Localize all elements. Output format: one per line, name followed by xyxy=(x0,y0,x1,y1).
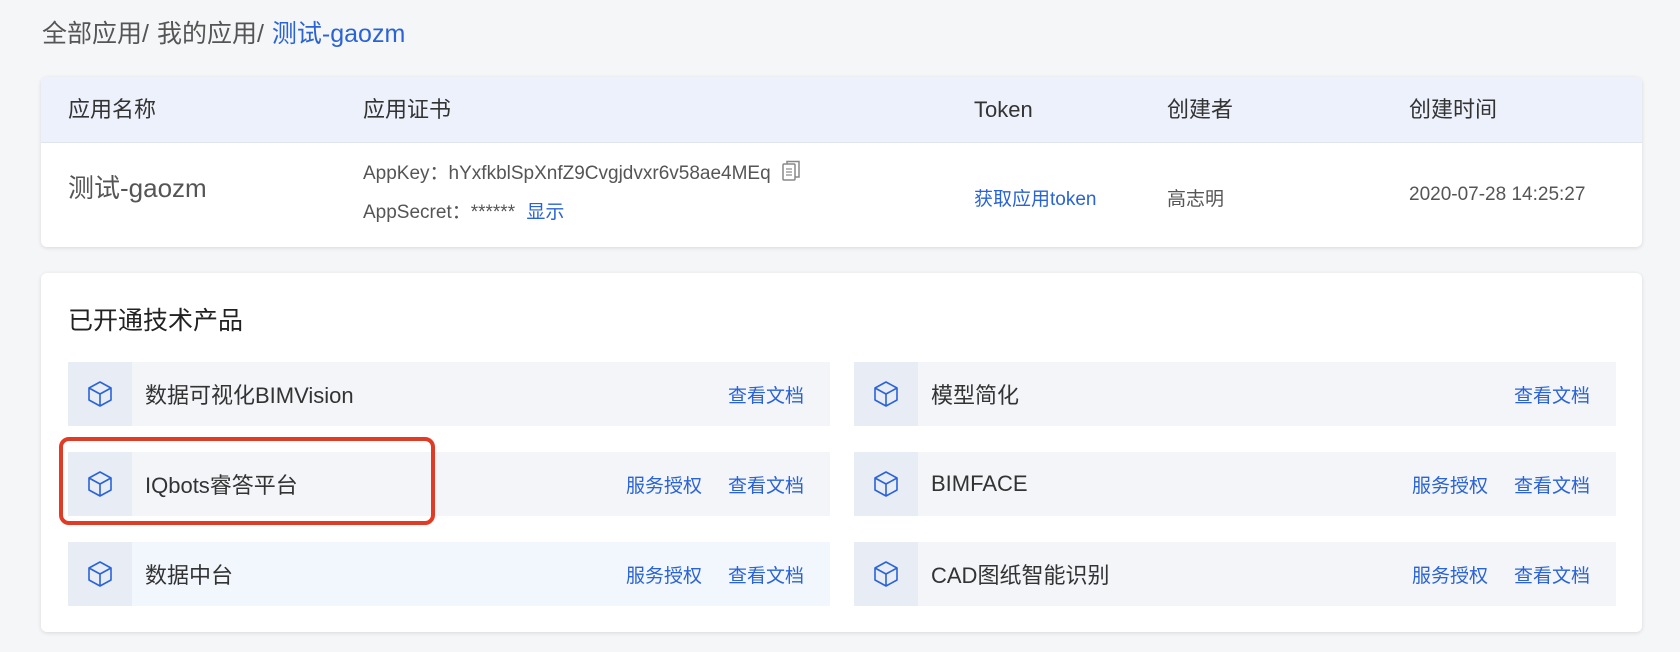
product-item: BIMFACE 服务授权 查看文档 xyxy=(854,452,1616,516)
appkey-text: AppKey：hYxfkblSpXnfZ9Cvgjdvxr6v58ae4MEq xyxy=(363,163,771,184)
get-token-link[interactable]: 获取应用token xyxy=(974,184,1096,211)
copy-icon[interactable] xyxy=(782,160,800,188)
breadcrumb-current: 测试-gaozm xyxy=(271,20,406,48)
cube-icon xyxy=(854,362,918,426)
cube-icon xyxy=(68,362,132,426)
product-name: IQbots睿答平台 xyxy=(145,473,298,498)
product-name: 数据可视化BIMVision xyxy=(145,383,354,408)
header-created-time: 创建时间 xyxy=(1409,97,1498,122)
view-docs-link[interactable]: 查看文档 xyxy=(728,381,804,408)
cube-icon xyxy=(854,452,918,516)
app-info-table: 应用名称 应用证书 Token 创建者 创建时间 xyxy=(41,77,1642,247)
product-item: 数据可视化BIMVision 查看文档 xyxy=(68,362,830,426)
breadcrumb-all-apps[interactable]: 全部应用/ xyxy=(42,14,149,54)
cube-icon xyxy=(854,542,918,606)
products-title: 已开通技术产品 xyxy=(68,307,244,335)
show-secret-link[interactable]: 显示 xyxy=(526,202,564,223)
service-auth-link[interactable]: 服务授权 xyxy=(1412,471,1488,498)
app-name-cell: 测试-gaozm xyxy=(68,173,207,203)
cube-icon xyxy=(68,452,132,516)
product-item: 数据中台 服务授权 查看文档 xyxy=(68,542,830,606)
product-name: 数据中台 xyxy=(145,563,234,588)
service-auth-link[interactable]: 服务授权 xyxy=(626,561,702,588)
appsecret-line: AppSecret：****** 显示 xyxy=(363,197,564,224)
product-item: CAD图纸智能识别 服务授权 查看文档 xyxy=(854,542,1616,606)
creator-cell: 高志明 xyxy=(1167,189,1225,210)
products-panel: 已开通技术产品 数据可视化BIMVision 查看文档 模型简化 查看文档 IQ… xyxy=(41,273,1642,632)
table-header: 应用名称 应用证书 Token 创建者 创建时间 xyxy=(41,77,1642,143)
product-name: 模型简化 xyxy=(931,383,1020,408)
view-docs-link[interactable]: 查看文档 xyxy=(1514,561,1590,588)
product-name: BIMFACE xyxy=(931,471,1028,496)
product-item: IQbots睿答平台 服务授权 查看文档 xyxy=(68,452,830,516)
service-auth-link[interactable]: 服务授权 xyxy=(1412,561,1488,588)
header-app-cert: 应用证书 xyxy=(363,97,452,122)
view-docs-link[interactable]: 查看文档 xyxy=(1514,381,1590,408)
header-token: Token xyxy=(974,97,1033,122)
header-app-name: 应用名称 xyxy=(68,97,157,122)
appkey-line: AppKey：hYxfkblSpXnfZ9Cvgjdvxr6v58ae4MEq xyxy=(363,158,800,188)
breadcrumb-my-apps[interactable]: 我的应用/ xyxy=(157,14,264,54)
product-item: 模型简化 查看文档 xyxy=(854,362,1616,426)
view-docs-link[interactable]: 查看文档 xyxy=(1514,471,1590,498)
cube-icon xyxy=(68,542,132,606)
service-auth-link[interactable]: 服务授权 xyxy=(626,471,702,498)
view-docs-link[interactable]: 查看文档 xyxy=(728,561,804,588)
product-name: CAD图纸智能识别 xyxy=(931,563,1110,588)
view-docs-link[interactable]: 查看文档 xyxy=(728,471,804,498)
breadcrumb: 全部应用/ 我的应用/ 测试-gaozm xyxy=(42,14,405,54)
appsecret-text: AppSecret：****** xyxy=(363,202,516,223)
created-time-cell: 2020-07-28 14:25:27 xyxy=(1409,184,1586,205)
header-creator: 创建者 xyxy=(1167,97,1234,122)
